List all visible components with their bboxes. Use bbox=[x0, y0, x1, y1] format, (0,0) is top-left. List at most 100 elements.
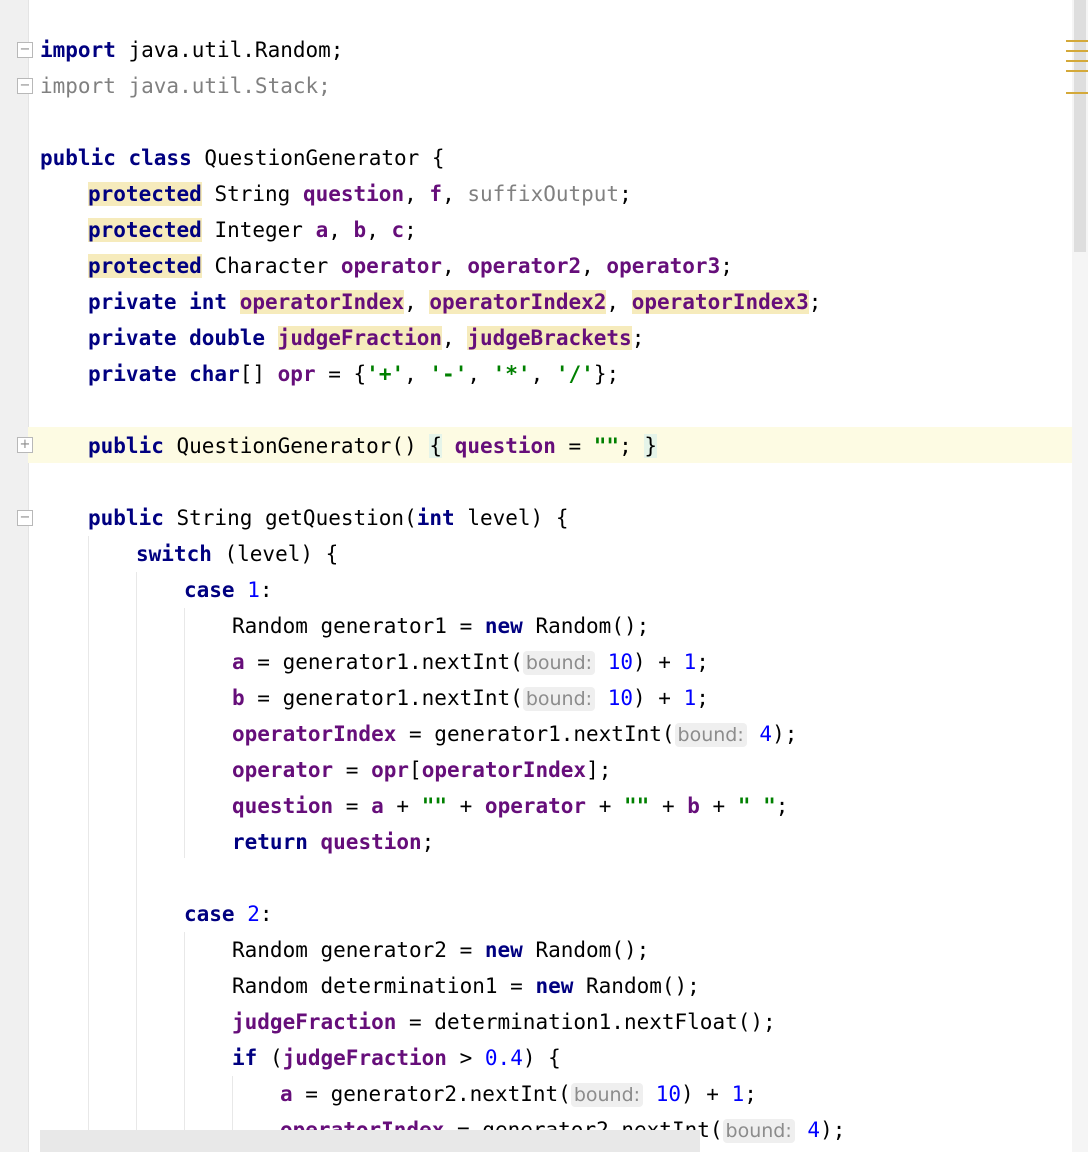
code-line[interactable]: import java.util.Stack; bbox=[40, 68, 331, 104]
error-stripe-marker[interactable] bbox=[1066, 92, 1088, 94]
code-line[interactable]: protected String question, f, suffixOutp… bbox=[88, 176, 632, 212]
fold-collapse-icon[interactable]: − bbox=[17, 78, 33, 94]
code-line[interactable]: return question; bbox=[232, 824, 434, 860]
code-token: ; bbox=[421, 830, 435, 854]
horizontal-scrollbar-thumb[interactable] bbox=[40, 1130, 700, 1152]
code-token: '-' bbox=[429, 362, 468, 386]
parameter-hint: bound: bbox=[674, 723, 747, 747]
code-token: import java.util.Stack; bbox=[40, 74, 331, 98]
code-line[interactable]: case 1: bbox=[184, 572, 273, 608]
code-line[interactable]: switch (level) { bbox=[136, 536, 338, 572]
code-token: + bbox=[446, 794, 485, 818]
code-token: "" bbox=[421, 794, 447, 818]
code-token: = bbox=[555, 434, 594, 458]
parameter-hint: bound: bbox=[722, 1119, 795, 1143]
code-token: = bbox=[333, 758, 372, 782]
code-line[interactable]: a = generator2.nextInt(bound: 10) + 1; bbox=[280, 1076, 757, 1112]
error-stripe-marker[interactable] bbox=[1066, 50, 1088, 52]
code-line[interactable]: public class QuestionGenerator { bbox=[40, 140, 445, 176]
code-token: operatorIndex bbox=[239, 290, 405, 314]
code-line[interactable]: if (judgeFraction > 0.4) { bbox=[232, 1040, 561, 1076]
code-token: = bbox=[333, 794, 372, 818]
code-token: = { bbox=[315, 362, 367, 386]
code-line[interactable]: judgeFraction = determination1.nextFloat… bbox=[232, 1004, 776, 1040]
code-token: new bbox=[484, 614, 523, 638]
code-token: b bbox=[232, 686, 245, 710]
code-token: , bbox=[404, 182, 430, 206]
fold-collapse-icon[interactable]: − bbox=[17, 510, 33, 526]
code-line[interactable]: import java.util.Random; bbox=[40, 32, 343, 68]
code-token: operatorIndex bbox=[232, 722, 397, 746]
code-token: new bbox=[484, 938, 523, 962]
code-token: " " bbox=[737, 794, 776, 818]
code-token: '/' bbox=[555, 362, 594, 386]
code-token: ; bbox=[720, 254, 733, 278]
code-token: case bbox=[184, 578, 235, 602]
code-token: int bbox=[416, 506, 455, 530]
code-line[interactable]: public String getQuestion(int level) { bbox=[88, 500, 568, 536]
fold-collapse-icon[interactable]: − bbox=[17, 42, 33, 58]
indent-guide bbox=[136, 572, 137, 1152]
code-token: judgeFraction bbox=[232, 1010, 397, 1034]
code-token: , bbox=[442, 254, 468, 278]
code-token: 0.4 bbox=[484, 1046, 523, 1070]
code-token: [ bbox=[409, 758, 422, 782]
code-line[interactable]: a = generator1.nextInt(bound: 10) + 1; bbox=[232, 644, 709, 680]
code-token: b bbox=[353, 218, 367, 242]
code-line[interactable]: protected Character operator, operator2,… bbox=[88, 248, 733, 284]
code-token: > bbox=[446, 1046, 485, 1070]
code-line[interactable]: case 2: bbox=[184, 896, 273, 932]
parameter-hint: bound: bbox=[522, 687, 596, 711]
code-token: + bbox=[649, 794, 688, 818]
code-line[interactable]: operator = opr[operatorIndex]; bbox=[232, 752, 611, 788]
vertical-scrollbar[interactable] bbox=[1072, 0, 1088, 1152]
code-token: if bbox=[232, 1046, 258, 1070]
code-line[interactable]: b = generator1.nextInt(bound: 10) + 1; bbox=[232, 680, 709, 716]
code-line[interactable]: operatorIndex = generator1.nextInt(bound… bbox=[232, 716, 797, 752]
code-token: , bbox=[530, 362, 556, 386]
code-token: question bbox=[302, 182, 405, 206]
code-token: "" bbox=[593, 434, 620, 458]
code-token: , bbox=[581, 254, 607, 278]
code-line[interactable]: Random generator2 = new Random(); bbox=[232, 932, 649, 968]
indent-guide bbox=[88, 536, 89, 1152]
code-token: protected bbox=[88, 218, 202, 242]
error-stripe-marker[interactable] bbox=[1066, 40, 1088, 42]
code-token: , bbox=[404, 290, 430, 314]
code-line[interactable]: question = a + "" + operator + "" + b + … bbox=[232, 788, 788, 824]
code-token: operator2 bbox=[467, 254, 582, 278]
fold-expand-icon[interactable]: + bbox=[17, 437, 33, 453]
code-token: 1 bbox=[731, 1082, 745, 1106]
code-token: private double bbox=[88, 326, 266, 350]
code-token: question bbox=[320, 830, 422, 854]
code-token: protected bbox=[88, 182, 202, 206]
code-token: String bbox=[201, 182, 303, 206]
code-line[interactable]: private double judgeFraction, judgeBrack… bbox=[88, 320, 644, 356]
code-token: , bbox=[366, 218, 392, 242]
code-token: operator3 bbox=[606, 254, 721, 278]
code-token: private char bbox=[88, 362, 240, 386]
code-line[interactable]: protected Integer a, b, c; bbox=[88, 212, 417, 248]
code-line[interactable]: Random determination1 = new Random(); bbox=[232, 968, 700, 1004]
code-token: judgeFraction bbox=[282, 1046, 447, 1070]
code-line[interactable]: public QuestionGenerator() { question = … bbox=[88, 428, 658, 464]
code-token: ; bbox=[404, 218, 417, 242]
code-token: operatorIndex2 bbox=[429, 290, 607, 314]
scrollbar-thumb[interactable] bbox=[1074, 0, 1086, 252]
code-token: a bbox=[371, 794, 384, 818]
code-token: public bbox=[88, 434, 164, 458]
code-line[interactable]: Random generator1 = new Random(); bbox=[232, 608, 649, 644]
code-line[interactable]: private char[] opr = {'+', '-', '*', '/'… bbox=[88, 356, 619, 392]
code-token: a bbox=[280, 1082, 293, 1106]
error-stripe-marker[interactable] bbox=[1066, 70, 1088, 72]
error-stripe-marker[interactable] bbox=[1066, 60, 1088, 62]
code-token: a bbox=[315, 218, 329, 242]
code-editor[interactable]: import java.util.Random; import java.util… bbox=[40, 0, 1072, 1152]
code-token: [] bbox=[239, 362, 278, 386]
code-line[interactable]: private int operatorIndex, operatorIndex… bbox=[88, 284, 821, 320]
